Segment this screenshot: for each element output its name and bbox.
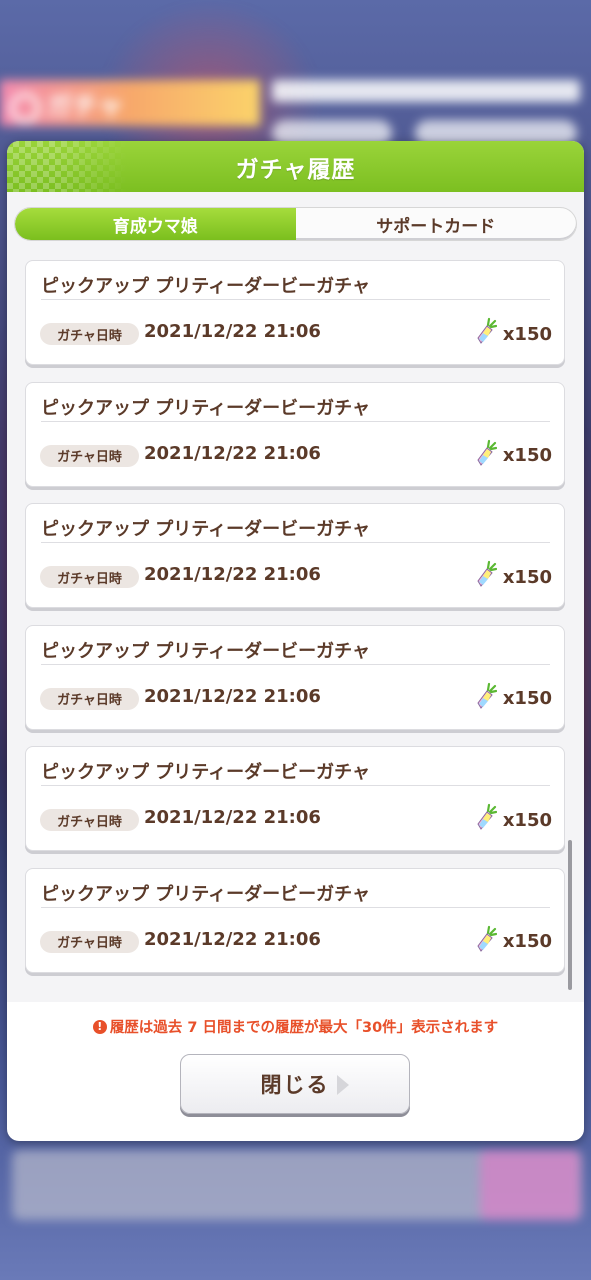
carrot-icon [477,317,497,344]
notice-text: 履歴は過去 7 日間までの履歴が最大「30件」表示されます [109,1020,499,1036]
history-entry: ピックアップ プリティーダービーガチャ ガチャ日時 2021/12/22 21:… [25,260,565,365]
tab-training-uma[interactable]: 育成ウマ娘 [15,208,296,240]
warning-icon: ! [92,1019,107,1034]
date-label: ガチャ日時 [40,444,139,467]
tab-bar: 育成ウマ娘 サポートカード [14,207,577,241]
cost: x150 [475,925,552,953]
carrot-icon [477,560,497,587]
entry-title: ピックアップ プリティーダービーガチャ [41,762,371,783]
scrollbar[interactable] [568,260,572,990]
entry-title: ピックアップ プリティーダービーガチャ [41,519,371,540]
gacha-icon [10,92,40,123]
gacha-banner: ガチャ [0,80,260,126]
divider [41,420,550,422]
gacha-banner-label: ガチャ [46,92,124,122]
history-entry: ピックアップ プリティーダービーガチャ ガチャ日時 2021/12/22 21:… [25,867,565,973]
divider [41,785,550,786]
tab-support-card[interactable]: サポートカード [296,208,577,240]
header-pattern [7,141,127,192]
date-value: 2021/12/22 21:06 [144,321,321,342]
arrow-icon [337,1075,349,1095]
date-value: 2021/12/22 21:06 [144,564,321,585]
cost-value: x150 [502,323,552,345]
close-button[interactable]: 閉じる [180,1054,410,1114]
cost: x150 [475,317,552,345]
scrollbar-thumb[interactable] [568,840,572,990]
cost-value: x150 [502,809,552,831]
carrot-icon [477,925,497,952]
history-notice: ! 履歴は過去 7 日間までの履歴が最大「30件」表示されます [7,1016,584,1037]
cost-value: x150 [502,445,552,466]
cost-value: x150 [502,566,552,588]
cost: x150 [475,439,552,467]
dialog-header: ガチャ履歴 [7,141,584,192]
date-label: ガチャ日時 [40,566,139,588]
entry-title: ピックアップ プリティーダービーガチャ [41,640,371,662]
currency-bar [272,80,580,102]
carrot-icon [477,803,497,830]
history-entry: ピックアップ プリティーダービーガチャ ガチャ日時 2021/12/22 21:… [25,503,565,608]
bottom-nav-item-active [480,1150,580,1220]
carrot-icon [477,439,497,466]
entry-title: ピックアップ プリティーダービーガチャ [41,397,371,419]
divider [41,906,550,908]
history-entry: ピックアップ プリティーダービーガチャ ガチャ日時 2021/12/22 21:… [25,624,565,730]
entry-title: ピックアップ プリティーダービーガチャ [41,276,371,297]
divider [41,542,550,543]
date-label: ガチャ日時 [40,687,139,710]
cost: x150 [475,803,552,831]
history-list[interactable]: ピックアップ プリティーダービーガチャ ガチャ日時 2021/12/22 21:… [25,260,565,989]
date-value: 2021/12/22 21:06 [144,928,321,950]
cost-value: x150 [502,931,552,952]
cost: x150 [475,682,552,710]
history-entry: ピックアップ プリティーダービーガチャ ガチャ日時 2021/12/22 21:… [25,381,565,487]
date-value: 2021/12/22 21:06 [144,807,321,828]
dialog-body: 育成ウマ娘 サポートカード ピックアップ プリティーダービーガチャ ガチャ日時 … [7,192,584,1002]
history-entry: ピックアップ プリティーダービーガチャ ガチャ日時 2021/12/22 21:… [25,746,565,851]
divider [41,663,550,665]
dialog-title: ガチャ履歴 [235,156,356,183]
date-label: ガチャ日時 [40,930,139,953]
divider [41,299,550,300]
date-value: 2021/12/22 21:06 [144,442,321,464]
date-label: ガチャ日時 [40,809,139,831]
close-button-label: 閉じる [260,1073,330,1097]
date-value: 2021/12/22 21:06 [144,685,321,707]
cost: x150 [475,560,552,588]
date-label: ガチャ日時 [40,323,139,345]
cost-value: x150 [502,688,552,709]
carrot-icon [477,682,497,709]
entry-title: ピックアップ プリティーダービーガチャ [41,883,371,905]
gacha-history-dialog: ガチャ履歴 育成ウマ娘 サポートカード ピックアップ プリティーダービーガチャ … [7,141,584,1141]
